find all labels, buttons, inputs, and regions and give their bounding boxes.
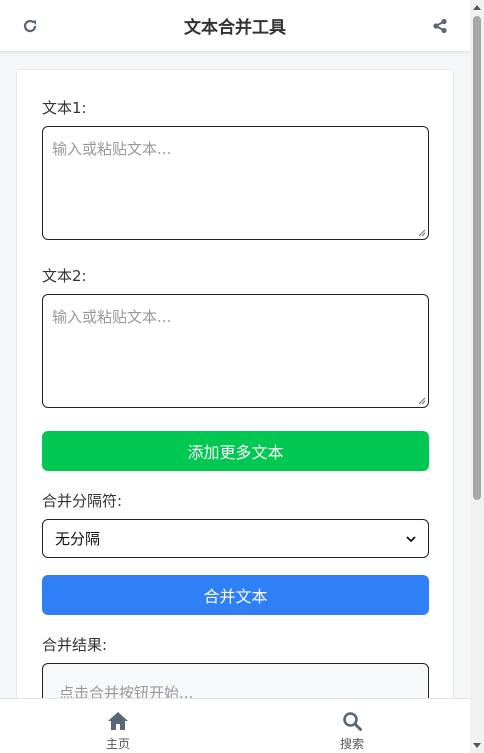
refresh-button[interactable] <box>20 16 40 36</box>
text1-label: 文本1: <box>42 99 87 117</box>
page-title: 文本合并工具 <box>184 18 286 38</box>
scrollbar-thumb[interactable] <box>473 16 481 500</box>
text2-placeholder: 输入或粘贴文本... <box>52 308 172 326</box>
refresh-icon <box>23 19 37 33</box>
nav-home-label: 主页 <box>105 737 130 751</box>
separator-select[interactable]: 无分隔 <box>42 519 429 558</box>
nav-search-label: 搜索 <box>339 737 364 751</box>
text2-label: 文本2: <box>42 267 87 285</box>
scroll-down-icon[interactable] <box>473 743 481 748</box>
search-icon <box>343 712 362 731</box>
result-label: 合并结果: <box>42 636 108 654</box>
scroll-up-icon[interactable] <box>473 5 481 10</box>
text1-placeholder: 输入或粘贴文本... <box>52 140 172 158</box>
bottom-nav: 主页 搜索 <box>0 698 470 753</box>
share-button[interactable] <box>430 16 450 36</box>
chevron-down-icon <box>406 535 416 542</box>
resize-handle-icon[interactable] <box>418 229 426 237</box>
share-icon <box>433 18 447 34</box>
add-more-text-button[interactable]: 添加更多文本 <box>42 431 429 471</box>
text2-input[interactable]: 输入或粘贴文本... <box>42 294 429 408</box>
separator-selected-value: 无分隔 <box>55 530 101 548</box>
text1-input[interactable]: 输入或粘贴文本... <box>42 126 429 240</box>
home-icon <box>108 712 128 730</box>
nav-search[interactable]: 搜索 <box>322 711 382 752</box>
resize-handle-icon[interactable] <box>418 397 426 405</box>
nav-home[interactable]: 主页 <box>88 711 148 752</box>
merge-button[interactable]: 合并文本 <box>42 575 429 615</box>
merge-form-card: 文本1: 输入或粘贴文本... 文本2: 输入或粘贴文本... 添加更多文本 合… <box>16 69 454 753</box>
separator-label: 合并分隔符: <box>42 492 123 510</box>
app-header: 文本合并工具 <box>0 0 470 52</box>
scrollbar[interactable] <box>470 0 484 753</box>
